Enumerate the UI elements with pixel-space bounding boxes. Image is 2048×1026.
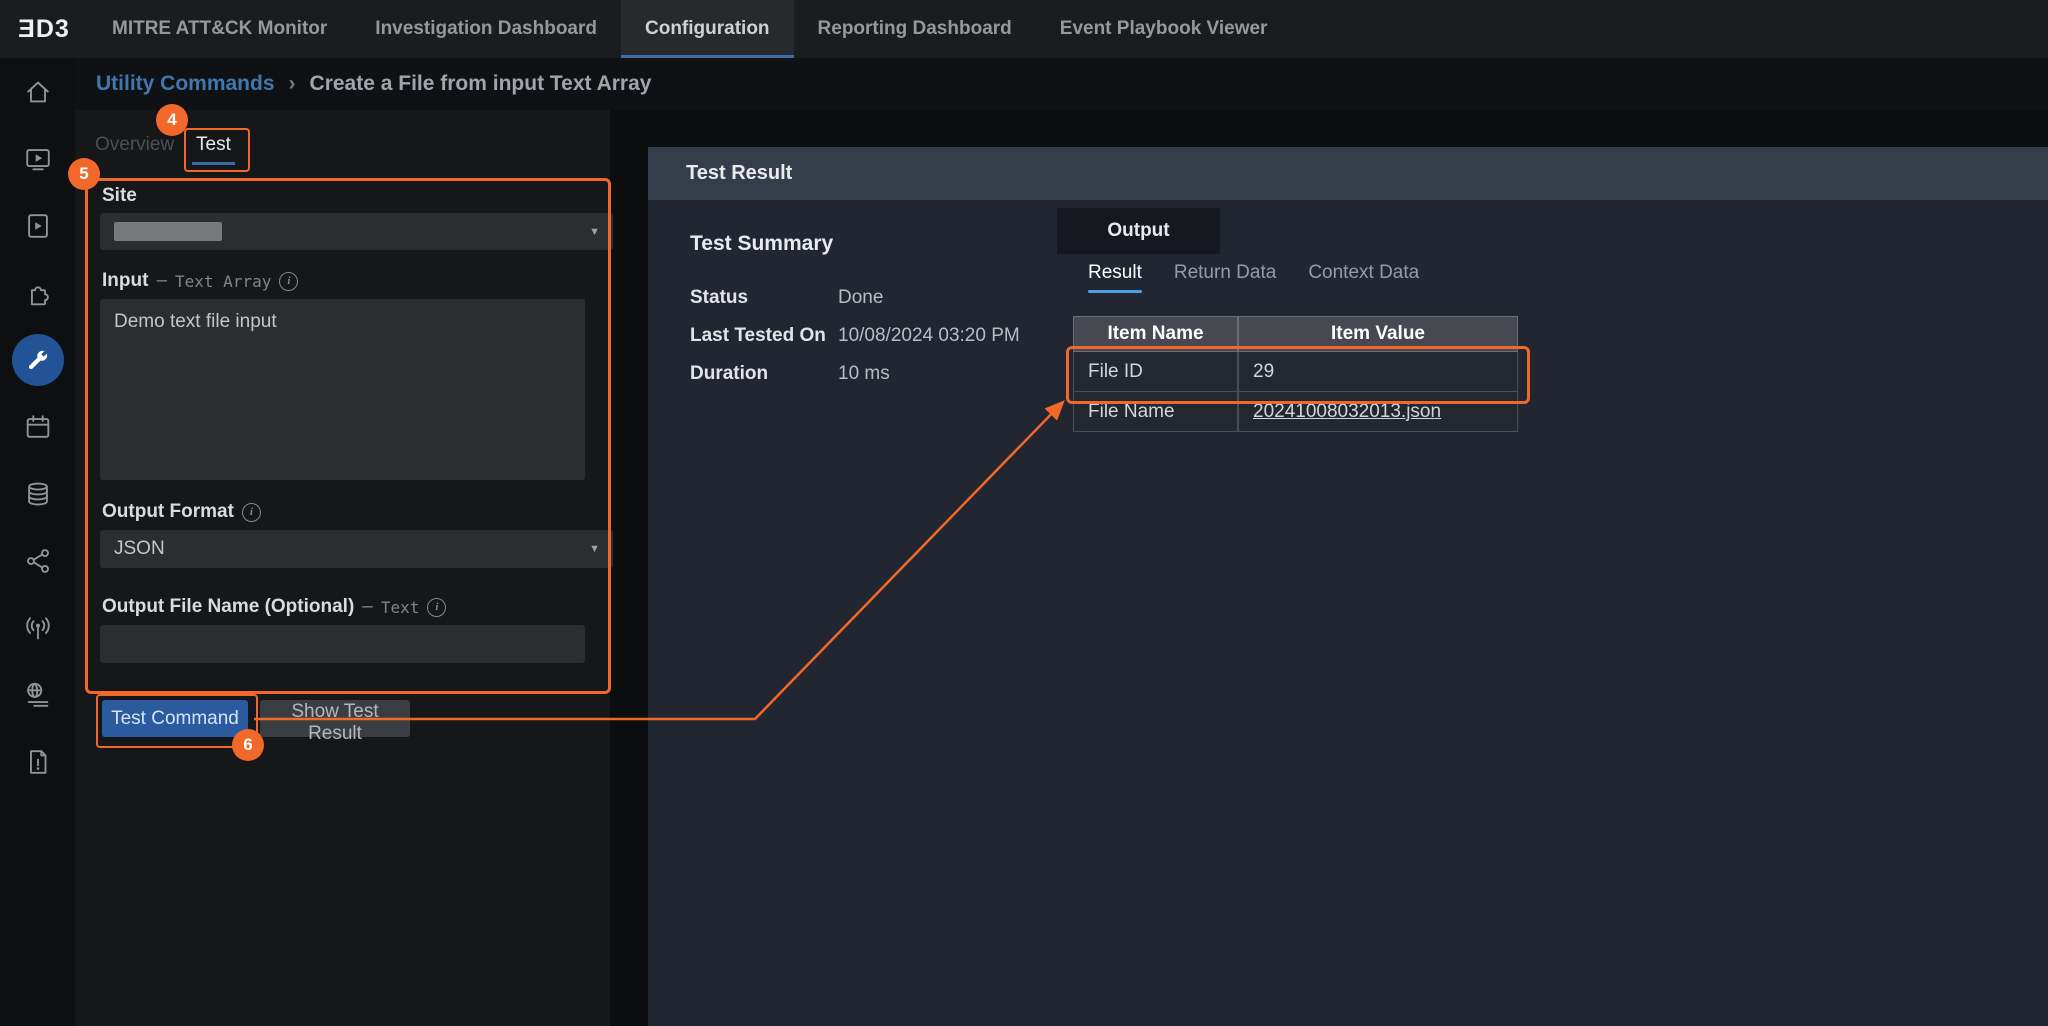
info-icon: i <box>279 272 298 291</box>
breadcrumb-parent-link[interactable]: Utility Commands <box>96 72 275 96</box>
caret-down-icon: ▼ <box>589 226 600 238</box>
breadcrumb: Utility Commands › Create a File from in… <box>75 58 2048 110</box>
column-header-item-value: Item Value <box>1238 316 1518 352</box>
broadcast-icon <box>23 613 53 643</box>
nav-item-investigation-dashboard[interactable]: Investigation Dashboard <box>351 0 621 58</box>
monitor-play-icon <box>23 144 53 174</box>
output-file-name-type-hint: Text <box>381 598 420 617</box>
table-header-row: Item Name Item Value <box>1073 316 1518 352</box>
app-logo: ƎD3 <box>0 0 88 58</box>
breadcrumb-separator-icon: › <box>289 72 296 96</box>
output-subtabs: Result Return Data Context Data <box>1088 262 1419 284</box>
caret-down-icon: ▼ <box>589 543 600 555</box>
sidebar-item-integrations[interactable] <box>0 259 75 326</box>
command-test-panel: Overview Test Site ▼ Input – Text Array … <box>75 110 610 1026</box>
top-nav-items: MITRE ATT&CK Monitor Investigation Dashb… <box>88 0 1291 58</box>
nav-item-configuration[interactable]: Configuration <box>621 0 794 58</box>
sidebar-item-broadcast[interactable] <box>0 594 75 661</box>
input-textarea[interactable]: Demo text file input <box>100 299 585 480</box>
input-label: Input – Text Array i <box>102 270 298 292</box>
nav-item-event-playbook-viewer[interactable]: Event Playbook Viewer <box>1036 0 1292 58</box>
info-icon: i <box>427 598 446 617</box>
test-result-header: Test Result <box>648 147 2048 200</box>
nav-item-reporting-dashboard[interactable]: Reporting Dashboard <box>794 0 1036 58</box>
show-test-result-button[interactable]: Show Test Result <box>260 700 410 737</box>
output-file-name-label: Output File Name (Optional) – Text i <box>102 596 446 618</box>
top-nav: ƎD3 MITRE ATT&CK Monitor Investigation D… <box>0 0 2048 58</box>
active-indicator <box>12 334 64 386</box>
document-alert-icon <box>23 747 53 777</box>
output-file-name-input[interactable] <box>100 625 585 663</box>
column-header-item-name: Item Name <box>1073 316 1238 352</box>
app-root: ƎD3 MITRE ATT&CK Monitor Investigation D… <box>0 0 2048 1026</box>
tab-overview[interactable]: Overview <box>95 134 174 156</box>
input-type-hint: Text Array <box>175 272 271 291</box>
file-download-link[interactable]: 20241008032013.json <box>1253 401 1441 423</box>
test-summary-heading: Test Summary <box>690 232 833 256</box>
wrench-icon <box>25 347 51 373</box>
test-result-title: Test Result <box>686 162 792 185</box>
subtab-return-data[interactable]: Return Data <box>1174 262 1276 284</box>
database-icon <box>23 479 53 509</box>
summary-row-duration: Duration 10 ms <box>690 363 890 385</box>
output-format-label: Output Format i <box>102 501 261 523</box>
cell-item-value: 29 <box>1238 352 1518 392</box>
puzzle-icon <box>23 278 53 308</box>
test-result-panel: Test Result Test Summary Status Done Las… <box>648 147 2048 1026</box>
video-file-icon <box>23 211 53 241</box>
duration-value: 10 ms <box>838 363 890 385</box>
tab-test[interactable]: Test <box>196 134 231 156</box>
globe-list-icon <box>23 680 53 710</box>
sidebar-item-playbook-monitor[interactable] <box>0 125 75 192</box>
sidebar-item-data-sources[interactable] <box>0 460 75 527</box>
summary-row-last-tested: Last Tested On 10/08/2024 03:20 PM <box>690 325 1020 347</box>
info-icon: i <box>242 503 261 522</box>
sidebar-item-calendar[interactable] <box>0 393 75 460</box>
sidebar-item-video-library[interactable] <box>0 192 75 259</box>
sidebar-item-connections[interactable] <box>0 527 75 594</box>
subtab-result[interactable]: Result <box>1088 262 1142 284</box>
table-row-file-name: File Name 20241008032013.json <box>1073 392 1518 432</box>
site-select[interactable]: ▼ <box>100 213 613 250</box>
nav-item-mitre-attack-monitor[interactable]: MITRE ATT&CK Monitor <box>88 0 351 58</box>
output-format-value: JSON <box>114 538 165 560</box>
output-format-select[interactable]: JSON ▼ <box>100 530 613 568</box>
site-value-redacted <box>114 222 222 241</box>
status-value: Done <box>838 287 883 309</box>
left-icon-rail <box>0 58 75 1026</box>
last-tested-value: 10/08/2024 03:20 PM <box>838 325 1020 347</box>
share-network-icon <box>23 546 53 576</box>
test-result-body: Test Summary Status Done Last Tested On … <box>648 200 2048 1026</box>
page-title: Create a File from input Text Array <box>310 72 652 96</box>
cell-item-value: 20241008032013.json <box>1238 392 1518 432</box>
cell-item-name: File ID <box>1073 352 1238 392</box>
sidebar-item-home[interactable] <box>0 58 75 125</box>
test-command-button[interactable]: Test Command <box>102 700 248 737</box>
site-label: Site <box>102 185 137 207</box>
sidebar-item-global-lists[interactable] <box>0 661 75 728</box>
cell-item-name: File Name <box>1073 392 1238 432</box>
sidebar-item-incident-forms[interactable] <box>0 728 75 795</box>
calendar-icon <box>23 412 53 442</box>
summary-row-status: Status Done <box>690 287 883 309</box>
sidebar-item-utility-commands[interactable] <box>0 326 75 393</box>
result-table: Item Name Item Value File ID 29 File Nam… <box>1073 316 1518 432</box>
table-row-file-id: File ID 29 <box>1073 352 1518 392</box>
subtab-context-data[interactable]: Context Data <box>1308 262 1419 284</box>
tab-output[interactable]: Output <box>1057 208 1220 254</box>
home-icon <box>23 77 53 107</box>
